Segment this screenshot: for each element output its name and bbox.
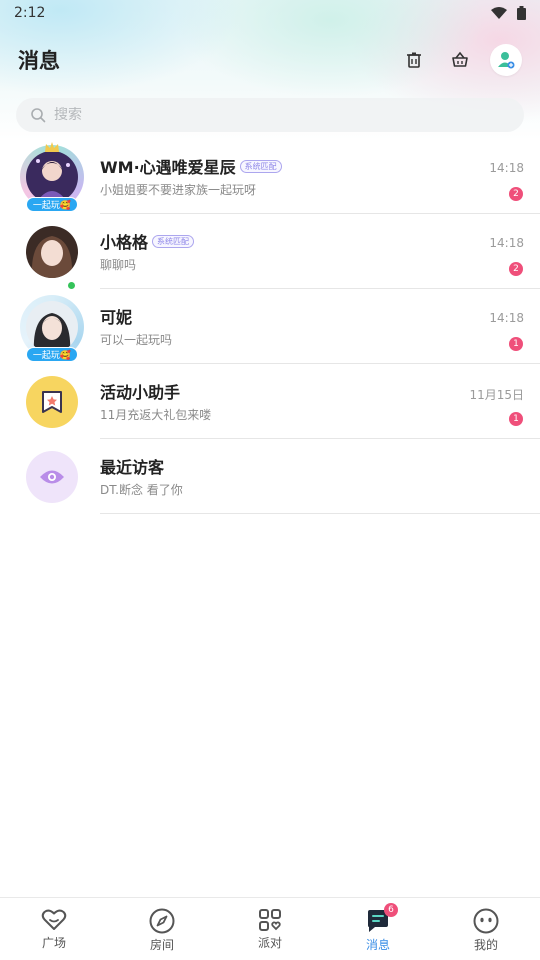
clear-messages-icon xyxy=(407,52,421,68)
message-time: 14:18 xyxy=(489,161,524,175)
activity-assistant-icon xyxy=(42,391,62,413)
search-bar[interactable] xyxy=(16,98,524,132)
contact-name: 最近访客 xyxy=(100,458,165,477)
search-input[interactable] xyxy=(54,107,474,123)
message-time: 14:18 xyxy=(489,236,524,250)
add-friend-button[interactable] xyxy=(490,44,522,76)
message-preview: 可以一起玩吗 xyxy=(100,333,173,347)
unread-badge: 1 xyxy=(509,412,523,426)
compass-icon xyxy=(149,908,175,934)
page-title: 消息 xyxy=(18,49,60,73)
list-item[interactable]: 最近访客 DT.断念 看了你 xyxy=(0,439,540,514)
list-item[interactable]: 一起玩🥰 可妮 可以一起玩吗 14:18 1 xyxy=(0,289,540,364)
messages-badge: 6 xyxy=(384,903,398,917)
list-item[interactable]: 一起玩🥰 WM·心遇唯爱星辰 系统匹配 小姐姐要不要进家族一起玩呀 14:18 … xyxy=(0,139,540,214)
avatar[interactable] xyxy=(20,220,84,291)
list-item[interactable]: 活动小助手 11月充返大礼包来喽 11月15日 1 xyxy=(0,364,540,439)
message-preview: 11月充返大礼包来喽 xyxy=(100,408,212,422)
tab-me[interactable]: 我的 xyxy=(432,898,540,960)
bottom-tab-bar: 广场 房间 派对 6 消息 我的 xyxy=(0,897,540,960)
avatar-image xyxy=(26,151,78,203)
avatar[interactable] xyxy=(20,370,84,434)
avatar[interactable] xyxy=(20,445,84,509)
list-item[interactable]: 小格格 系统匹配 聊聊吗 14:18 2 xyxy=(0,214,540,291)
unread-badge: 1 xyxy=(509,337,523,351)
contact-name: 小格格 xyxy=(100,233,149,252)
tab-rooms[interactable]: 房间 xyxy=(108,898,216,960)
avatar[interactable]: 一起玩🥰 xyxy=(20,295,84,362)
system-match-tag: 系统匹配 xyxy=(239,159,282,173)
face-icon xyxy=(473,908,499,934)
tab-party[interactable]: 派对 xyxy=(216,898,324,960)
tab-label: 我的 xyxy=(473,938,498,952)
message-time: 11月15日 xyxy=(469,388,524,402)
contact-name: 活动小助手 xyxy=(100,383,181,402)
contact-name: WM·心遇唯爱星辰 xyxy=(100,158,236,177)
message-preview: 小姐姐要不要进家族一起玩呀 xyxy=(100,183,257,197)
header: 消息 xyxy=(0,40,540,80)
wifi-icon xyxy=(491,7,507,19)
unread-badge: 2 xyxy=(509,262,523,276)
message-preview: DT.断念 看了你 xyxy=(100,483,183,497)
battery-icon xyxy=(517,6,526,20)
grid-icon xyxy=(259,909,281,931)
tab-messages[interactable]: 6 消息 xyxy=(324,898,432,960)
contact-name: 可妮 xyxy=(100,308,133,327)
status-bar: 2:12 xyxy=(0,0,540,26)
eye-icon xyxy=(40,470,64,484)
avatar-image xyxy=(26,226,78,278)
message-time: 14:18 xyxy=(489,311,524,325)
status-time: 2:12 xyxy=(14,5,46,21)
clear-messages-button[interactable] xyxy=(398,44,430,76)
tab-plaza[interactable]: 广场 xyxy=(0,898,108,960)
play-together-tag: 一起玩🥰 xyxy=(26,347,78,362)
conversation-list: 一起玩🥰 WM·心遇唯爱星辰 系统匹配 小姐姐要不要进家族一起玩呀 14:18 … xyxy=(0,139,540,514)
play-together-tag: 一起玩🥰 xyxy=(26,197,78,212)
crown-icon xyxy=(45,142,59,152)
avatar[interactable]: 一起玩🥰 xyxy=(20,142,84,212)
unread-badge: 2 xyxy=(509,187,523,201)
tab-label: 房间 xyxy=(149,938,174,952)
search-icon xyxy=(31,108,46,123)
system-match-tag: 系统匹配 xyxy=(152,234,195,248)
heart-icon xyxy=(41,909,67,930)
basket-icon xyxy=(452,51,468,67)
tab-label: 广场 xyxy=(41,936,66,950)
tab-label: 派对 xyxy=(257,936,282,950)
avatar-image xyxy=(26,301,78,353)
tab-label: 消息 xyxy=(365,938,390,952)
basket-button[interactable] xyxy=(444,44,476,76)
add-friend-icon xyxy=(498,52,515,69)
message-preview: 聊聊吗 xyxy=(100,258,137,272)
